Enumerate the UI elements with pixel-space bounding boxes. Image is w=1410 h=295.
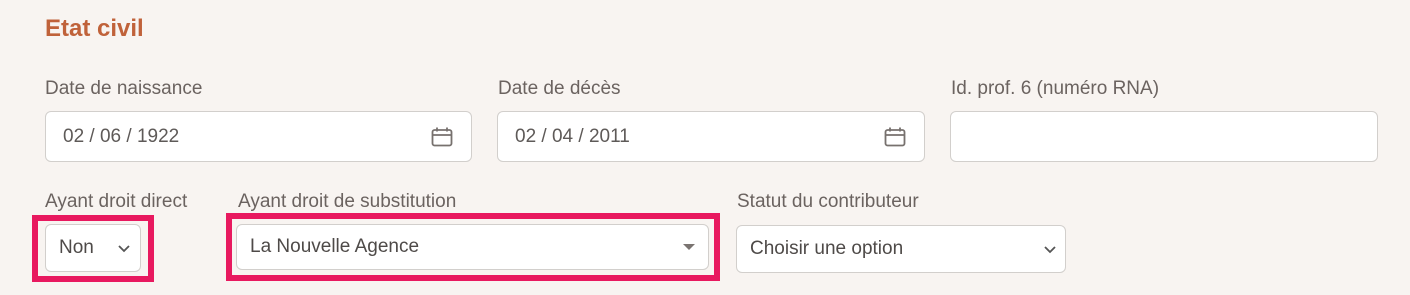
- substitute-heir-label: Ayant droit de substitution: [238, 191, 457, 212]
- birth-date-value: 02 / 06 / 1922: [63, 125, 180, 147]
- contributor-status-value: Choisir une option: [750, 238, 904, 259]
- birth-date-input[interactable]: 02 / 06 / 1922: [45, 111, 472, 162]
- calendar-icon[interactable]: [431, 127, 453, 147]
- calendar-icon[interactable]: [884, 127, 906, 147]
- death-date-value: 02 / 04 / 2011: [515, 125, 630, 147]
- section-title: Etat civil: [45, 15, 144, 42]
- death-date-input[interactable]: 02 / 04 / 2011: [497, 111, 925, 162]
- direct-heir-highlight: [32, 215, 154, 282]
- prof-id-input[interactable]: [950, 111, 1378, 162]
- prof-id-label: Id. prof. 6 (numéro RNA): [951, 78, 1160, 99]
- contributor-status-label: Statut du contributeur: [737, 191, 919, 212]
- contributor-status-select[interactable]: Choisir une option: [736, 225, 1066, 273]
- chevron-down-icon: [1044, 246, 1056, 254]
- birth-date-label: Date de naissance: [45, 78, 203, 99]
- substitute-heir-highlight: [226, 213, 720, 281]
- death-date-label: Date de décès: [498, 78, 621, 99]
- direct-heir-label: Ayant droit direct: [45, 191, 188, 212]
